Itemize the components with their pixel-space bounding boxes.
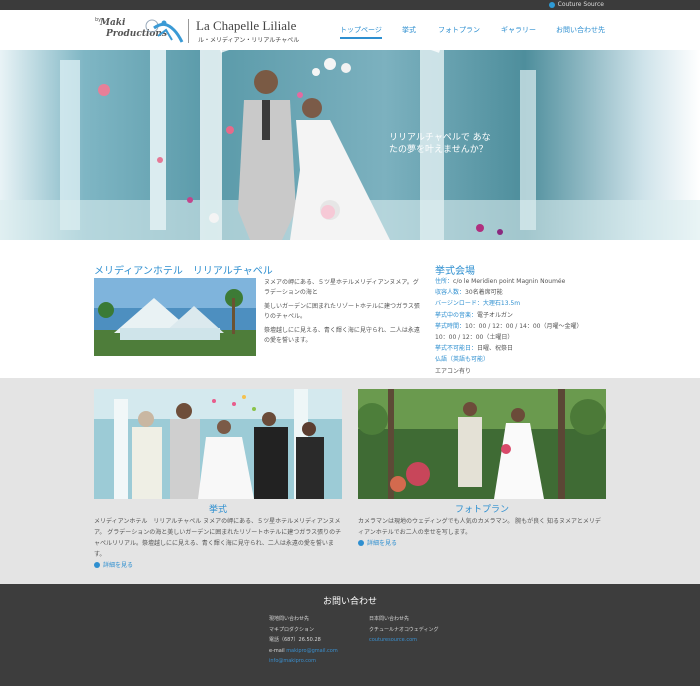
hero-photo	[0, 50, 700, 240]
info-row: 挙式中の音楽：電子オルガン	[435, 310, 655, 321]
venue-info-title: 挙式会場	[435, 266, 475, 277]
info-row: エアコン有り	[435, 366, 655, 377]
hero-tagline-line2: たの夢を叶えませんか？	[389, 145, 488, 155]
bullet-icon	[548, 1, 555, 8]
footer: お問い合わせ 現地問い合わせ先 マキプロダクション 電話（687）26.50.2…	[0, 584, 700, 686]
dancing-figure-icon	[145, 19, 184, 43]
footer-japan-link[interactable]: couturesource.com	[369, 635, 438, 646]
info-row: 仏語（英語も可能）	[435, 354, 655, 365]
info-value: 電子オルガン	[477, 311, 513, 319]
footer-local-phone: 電話（687）26.50.28	[269, 637, 321, 643]
venue-info-list: 住所：c/o le Meridien point Magnin Noumée 収…	[435, 276, 655, 377]
footer-local-company: マキプロダクション	[269, 626, 315, 633]
footer-info-email-link[interactable]: info@makipro.com	[269, 656, 338, 667]
ceremony-more-link[interactable]: 詳細を見る	[94, 560, 133, 569]
ceremony-more-label[interactable]: 詳細を見る	[103, 560, 133, 569]
top-bar: Couture Source	[0, 0, 700, 10]
info-key: 挙式中の音楽：	[435, 311, 478, 319]
brand-name: La Chapelle Liliale	[196, 18, 297, 33]
info-row: 10：00 / 12：00（土曜日）	[435, 332, 655, 343]
info-value: エアコン有り	[435, 367, 472, 375]
info-value: 30名着席可能	[465, 289, 503, 297]
info-value: 日曜、祝祭日	[477, 345, 514, 353]
photo-plan-more-link[interactable]: 詳細を見る	[358, 538, 397, 547]
footer-local-heading: 現地問い合わせ先	[269, 616, 310, 622]
chapel-photo[interactable]	[94, 278, 256, 356]
hero-tagline-line1: リリアルチャペルで あな	[389, 133, 491, 143]
info-row: 住所：c/o le Meridien point Magnin Noumée	[435, 276, 655, 287]
info-row: バージンロード：大理石13.5m	[435, 298, 655, 309]
info-value: 大理石13.5m	[482, 300, 521, 308]
nav-photo-plan[interactable]: フォトプラン	[438, 25, 480, 39]
footer-japan-heading: 日本問い合わせ先	[369, 616, 410, 622]
info-key: 挙式時間：	[435, 322, 466, 330]
bullet-icon	[358, 539, 364, 546]
nav-contact[interactable]: お問い合わせ先	[556, 25, 605, 39]
logo-divider	[188, 19, 189, 43]
photo-plan-card-text: カメラマンは現地のウェディングでも人気のカメラマン。 腕もが良く 知るヌメアとメ…	[358, 518, 601, 536]
info-row: 挙式時間：10：00 / 12：00 / 14：00（月曜〜金曜）	[435, 321, 655, 332]
brand-subtitle: ル・メリディアン・リリアルチャペル	[198, 37, 300, 44]
nav-top-page[interactable]: トップページ	[340, 25, 382, 39]
footer-japan-company: クチュールナオコウェディング	[369, 626, 439, 633]
footer-local-contact: 現地問い合わせ先 マキプロダクション 電話（687）26.50.28 e-mai…	[269, 614, 338, 667]
hero-tagline: リリアルチャペルで あな たの夢を叶えませんか？	[389, 132, 529, 156]
info-key: バージンロード：	[435, 300, 483, 308]
info-key: 収容人数：	[435, 289, 466, 297]
footer-title: お問い合わせ	[322, 597, 377, 607]
ceremony-card-title: 挙式	[208, 505, 227, 515]
info-value: c/o le Meridien point Magnin Noumée	[453, 278, 566, 285]
photo-plan-card-title: フォトプラン	[454, 505, 509, 515]
ceremony-card-text: メリディアンホテル リリアルチャペル ヌメアの岬にある、５ツ星ホテルメリディアン…	[94, 518, 342, 558]
logo-line1: Maki	[100, 18, 126, 28]
info-value: 10：00 / 12：00（土曜日）	[435, 334, 514, 342]
footer-email-label: e-mail	[269, 647, 285, 654]
info-key: 仏語（英語も可能）	[435, 356, 490, 364]
hero-banner: リリアルチャペルで あな たの夢を叶えませんか？	[0, 50, 700, 240]
footer-email-link[interactable]: makipro@gmail.com	[286, 648, 338, 654]
ceremony-photo[interactable]	[94, 389, 342, 499]
nav-ceremony[interactable]: 挙式	[402, 25, 416, 39]
photo-plan-photo[interactable]	[358, 389, 606, 499]
info-key: 住所：	[435, 278, 454, 285]
couture-source-link[interactable]: Couture Source	[548, 1, 604, 8]
photo-plan-more-label[interactable]: 詳細を見る	[367, 538, 397, 547]
bullet-icon	[94, 561, 100, 568]
footer-japan-contact: 日本問い合わせ先 クチュールナオコウェディング couturesource.co…	[369, 614, 438, 646]
chapel-description: ヌメアの岬にある、５ツ星ホテルメリディアンヌメア。グラデーションの海と 美しいガ…	[264, 278, 424, 350]
info-row: 挙式不可能日：日曜、祝祭日	[435, 343, 655, 354]
info-key: 挙式不可能日：	[435, 345, 478, 353]
couture-source-label[interactable]: Couture Source	[558, 1, 604, 8]
nav-gallery[interactable]: ギャラリー	[501, 25, 536, 39]
info-row: 収容人数：30名着席可能	[435, 287, 655, 298]
info-value: 10：00 / 12：00 / 14：00（月曜〜金曜）	[465, 322, 583, 330]
chapel-desc-p3: 祭壇越しにに見える、青く輝く海に見守られ、二人は永遠の愛を誓います。	[264, 327, 420, 344]
chapel-desc-p2: 美しいガーデンに囲まれたリゾートホテルに建つガラス張りのチャペル。	[264, 303, 420, 320]
section-chapel-title: メリディアンホテル リリアルチャペル	[94, 266, 273, 277]
chapel-desc-p1: ヌメアの岬にある、５ツ星ホテルメリディアンヌメア。グラデーションの海と	[264, 279, 419, 296]
